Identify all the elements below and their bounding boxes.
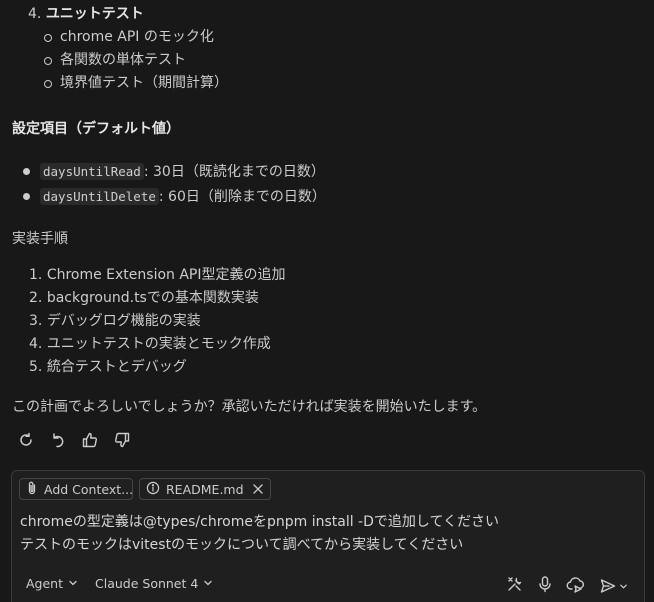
tools-icon xyxy=(506,575,524,597)
file-context-chip[interactable]: README.md xyxy=(139,478,271,500)
cloud-send-button[interactable] xyxy=(565,575,587,597)
cloud-send-icon xyxy=(566,575,586,597)
disc-bullet-icon xyxy=(23,168,30,175)
model-label: Claude Sonnet 4 xyxy=(95,576,199,591)
mode-label: Agent xyxy=(26,576,63,591)
circle-bullet-icon xyxy=(44,34,52,42)
add-context-label: Add Context... xyxy=(44,481,134,497)
chat-view: 4. ユニットテスト chrome API のモック化 各関数の単体テスト 境界… xyxy=(0,0,654,602)
input-line: テストのモックはvitestのモックについて調べてから実装してください xyxy=(20,537,464,553)
step-number: 3. xyxy=(29,313,43,329)
chevron-down-icon xyxy=(203,576,213,591)
sub-list-item-text: chrome API のモック化 xyxy=(60,29,214,45)
step-text: ユニットテストの実装とモック作成 xyxy=(46,336,271,352)
step-item: 1. Chrome Extension API型定義の追加 xyxy=(29,264,286,287)
chevron-down-icon xyxy=(68,576,78,591)
add-context-button[interactable]: Add Context... xyxy=(19,478,133,500)
settings-item: daysUntilDelete: 60日（削除までの日数） xyxy=(12,184,326,209)
sub-list-item: 各関数の単体テスト xyxy=(0,49,228,72)
chat-message: 4. ユニットテスト chrome API のモック化 各関数の単体テスト 境界… xyxy=(0,0,654,462)
disc-bullet-icon xyxy=(23,193,30,200)
list-item: 4. ユニットテスト xyxy=(28,3,144,26)
step-number: 4. xyxy=(29,336,43,352)
step-number: 5. xyxy=(29,359,43,375)
close-icon[interactable] xyxy=(252,483,264,495)
step-text: background.tsでの基本関数実装 xyxy=(46,290,259,306)
sub-list-item-text: 各関数の単体テスト xyxy=(60,52,186,68)
file-chip-label: README.md xyxy=(166,481,244,497)
send-icon xyxy=(599,577,628,595)
undo-button[interactable] xyxy=(46,430,70,450)
circle-bullet-icon xyxy=(44,57,52,65)
list-number: 4. xyxy=(28,6,42,22)
settings-heading: 設定項目（デフォルト値） xyxy=(12,121,180,137)
sub-list-item: 境界値テスト（期間計算） xyxy=(0,72,228,95)
inline-code: daysUntilDelete xyxy=(40,188,159,205)
paperclip-icon xyxy=(26,481,38,498)
list-item-title: ユニットテスト xyxy=(45,6,144,22)
mode-dropdown[interactable]: Agent xyxy=(26,576,78,591)
microphone-icon xyxy=(536,575,554,597)
steps-list: 1. Chrome Extension API型定義の追加 2. backgro… xyxy=(29,264,286,379)
sub-list: chrome API のモック化 各関数の単体テスト 境界値テスト（期間計算） xyxy=(0,26,228,95)
thumbs-up-button[interactable] xyxy=(78,430,102,450)
thumbs-down-icon xyxy=(113,431,131,449)
settings-item-text: : 60日（削除までの日数） xyxy=(158,189,326,205)
step-text: Chrome Extension API型定義の追加 xyxy=(46,267,286,283)
retry-icon xyxy=(17,431,35,449)
step-item: 5. 統合テストとデバッグ xyxy=(29,356,286,379)
microphone-button[interactable] xyxy=(534,575,556,597)
thumbs-up-icon xyxy=(81,431,99,449)
step-item: 3. デバッグログ機能の実装 xyxy=(29,310,286,333)
sub-list-item: chrome API のモック化 xyxy=(0,26,228,49)
top-list: 4. ユニットテスト xyxy=(28,3,144,26)
input-line: chromeの型定義は@types/chromeをpnpm install -D… xyxy=(20,514,500,530)
circle-bullet-icon xyxy=(44,80,52,88)
retry-button[interactable] xyxy=(14,430,38,450)
closing-text: この計画でよろしいでしょうか？承認いただければ実装を開始いたします。 xyxy=(12,399,487,415)
step-item: 4. ユニットテストの実装とモック作成 xyxy=(29,333,286,356)
model-dropdown[interactable]: Claude Sonnet 4 xyxy=(95,576,213,591)
settings-item-text: : 30日（既読化までの日数） xyxy=(143,164,325,180)
tools-button[interactable] xyxy=(504,575,526,597)
sub-list-item-text: 境界値テスト（期間計算） xyxy=(60,75,228,91)
step-number: 1. xyxy=(29,267,43,283)
settings-list: daysUntilRead: 30日（既読化までの日数） daysUntilDe… xyxy=(12,159,326,209)
step-text: 統合テストとデバッグ xyxy=(46,359,187,375)
steps-heading: 実装手順 xyxy=(12,231,68,247)
chat-input-field[interactable]: chromeの型定義は@types/chromeをpnpm install -D… xyxy=(20,511,620,557)
send-button[interactable] xyxy=(596,575,630,597)
inline-code: daysUntilRead xyxy=(40,163,144,180)
step-number: 2. xyxy=(29,290,43,306)
message-actions xyxy=(14,430,134,450)
input-toolbar: Agent Claude Sonnet 4 xyxy=(12,568,644,602)
step-item: 2. background.tsでの基本関数実装 xyxy=(29,287,286,310)
settings-item: daysUntilRead: 30日（既読化までの日数） xyxy=(12,159,326,184)
chat-input-panel: Add Context... README.md chromeの型定義は@typ… xyxy=(11,470,645,602)
undo-icon xyxy=(49,431,67,449)
step-text: デバッグログ機能の実装 xyxy=(46,313,201,329)
thumbs-down-button[interactable] xyxy=(110,430,134,450)
info-icon xyxy=(146,481,160,498)
